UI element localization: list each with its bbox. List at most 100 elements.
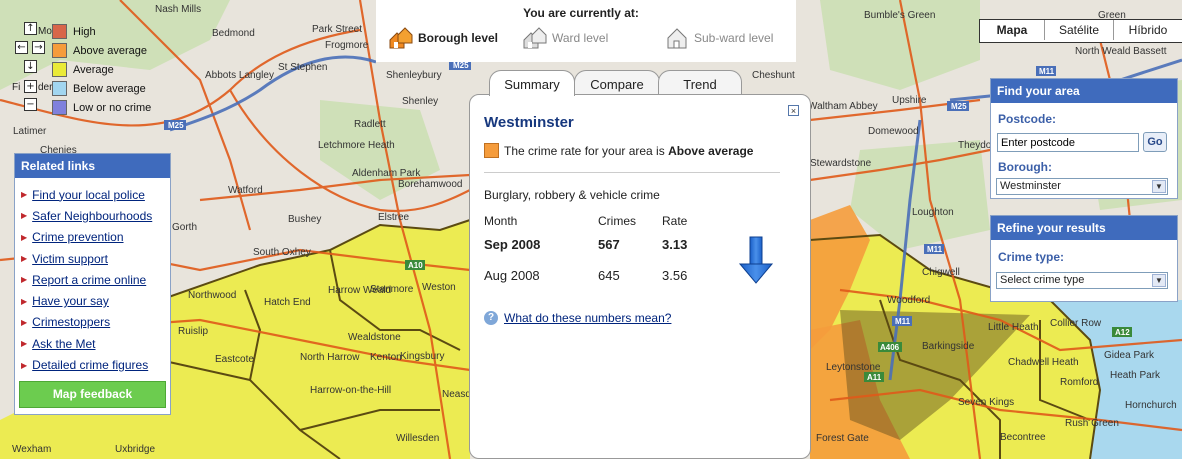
map-feedback-button[interactable]: Map feedback (19, 380, 166, 408)
svg-text:Kenton: Kenton (370, 352, 402, 363)
link-crime-prevention[interactable]: Crime prevention (32, 230, 123, 244)
svg-text:A406: A406 (880, 343, 900, 352)
svg-text:Bushey: Bushey (288, 214, 321, 225)
go-button[interactable]: Go (1143, 132, 1167, 152)
pan-left-button[interactable]: ← (15, 41, 28, 54)
link-safer-neighbourhoods[interactable]: Safer Neighbourhoods (32, 209, 152, 223)
arrow-icon: ▶ (21, 211, 28, 221)
link-report-crime-online[interactable]: Report a crime online (32, 273, 146, 287)
svg-text:Collier Row: Collier Row (1050, 318, 1102, 329)
list-item: ▶ Find your local police (21, 184, 170, 205)
link-have-your-say[interactable]: Have your say (32, 294, 109, 308)
arrow-icon: ▶ (21, 190, 28, 200)
zoom-in-button[interactable]: + (24, 80, 37, 93)
svg-text:Nash Mills: Nash Mills (155, 4, 201, 15)
list-item: ▶ Victim support (21, 248, 170, 269)
svg-text:Heath Park: Heath Park (1110, 370, 1161, 381)
refine-results-panel: Refine your results Crime type: Select c… (990, 215, 1178, 302)
svg-text:Borehamwood: Borehamwood (398, 179, 462, 190)
map-label-partial: Fi (12, 82, 21, 93)
svg-text:Shenleybury: Shenleybury (386, 70, 442, 81)
legend-swatch (52, 100, 67, 115)
svg-text:Aldenham Park: Aldenham Park (352, 168, 421, 179)
legend-swatch (52, 81, 67, 96)
ward-level-label: Ward level (552, 31, 609, 45)
svg-text:Gidea Park: Gidea Park (1104, 350, 1155, 361)
svg-text:M11: M11 (895, 317, 911, 326)
svg-text:Willesden: Willesden (396, 433, 439, 444)
arrow-icon: ▶ (21, 232, 28, 242)
svg-text:Harrow-on-the-Hill: Harrow-on-the-Hill (310, 385, 391, 396)
legend-item-above-average: Above average (52, 41, 151, 60)
svg-text:Elstree: Elstree (378, 212, 410, 223)
arrow-icon: ▶ (21, 275, 28, 285)
list-item: ▶ Crime prevention (21, 227, 170, 248)
cell-month: Aug 2008 (484, 268, 540, 283)
houses-icon (389, 27, 413, 49)
related-links-panel: Related links ▶ Find your local police ▶ S… (14, 153, 171, 415)
cell-rate: 3.13 (662, 237, 688, 252)
link-crimestoppers[interactable]: Crimestoppers (32, 315, 110, 329)
svg-text:Loughton: Loughton (912, 207, 954, 218)
borough-level-button[interactable]: Borough level (388, 26, 498, 50)
svg-text:Stewardstone: Stewardstone (810, 158, 872, 169)
svg-text:Northwood: Northwood (188, 290, 236, 301)
map-type-hibrido-button[interactable]: Híbrido (1113, 20, 1182, 40)
cell-rate: 3.56 (662, 268, 688, 283)
house-icon (667, 28, 687, 49)
svg-text:Woodford: Woodford (887, 295, 930, 306)
pan-down-button[interactable]: ↓ (24, 60, 37, 73)
link-detailed-crime-figures[interactable]: Detailed crime figures (32, 358, 148, 372)
svg-text:Rush Green: Rush Green (1065, 418, 1119, 429)
crime-category: Burglary, robbery & vehicle crime (484, 188, 660, 202)
svg-text:Cheshunt: Cheshunt (752, 70, 795, 81)
rate-summary: The crime rate for your area is Above av… (484, 143, 753, 158)
arrow-icon: ▶ (21, 339, 28, 349)
current-level-label: You are currently at: (523, 6, 639, 20)
related-links-title: Related links (15, 154, 170, 178)
arrow-icon: ▶ (21, 317, 28, 327)
map-type-satelite-button[interactable]: Satélite (1044, 20, 1113, 40)
svg-text:Wealdstone: Wealdstone (348, 332, 401, 343)
cell-month: Sep 2008 (484, 237, 541, 252)
svg-text:M25: M25 (453, 61, 469, 70)
what-numbers-mean-link[interactable]: What do these numbers mean? (504, 311, 671, 325)
map-type-mapa-button[interactable]: Mapa (980, 20, 1044, 40)
tab-compare[interactable]: Compare (574, 70, 660, 96)
col-header-month: Month (484, 214, 518, 228)
svg-text:Letchmore Heath: Letchmore Heath (318, 140, 395, 151)
find-area-panel: Find your area Postcode: Go Borough: Wes… (990, 78, 1178, 199)
arrow-icon: ▶ (21, 296, 28, 306)
postcode-input[interactable] (997, 133, 1139, 152)
crime-type-select[interactable]: Select crime type ▼ (996, 272, 1168, 289)
svg-text:Ruislip: Ruislip (178, 326, 208, 337)
tab-trend[interactable]: Trend (658, 70, 742, 96)
houses-icon (523, 27, 547, 49)
close-icon[interactable]: × (788, 105, 799, 116)
zoom-out-button[interactable]: − (24, 98, 37, 111)
link-ask-the-met[interactable]: Ask the Met (32, 337, 95, 351)
svg-text:Watford: Watford (228, 185, 263, 196)
borough-select[interactable]: Westminster ▼ (996, 178, 1168, 195)
legend-swatch (52, 43, 67, 58)
svg-text:M11: M11 (927, 245, 943, 254)
list-item: ▶ Crimestoppers (21, 312, 170, 333)
list-item: ▶ Have your say (21, 290, 170, 311)
sub-ward-level-button[interactable]: Sub-ward level (664, 26, 773, 50)
legend-label: High (73, 25, 96, 38)
pan-up-button[interactable]: ↑ (24, 22, 37, 35)
list-item: ▶ Detailed crime figures (21, 354, 170, 375)
crime-type-select-value: Select crime type (1000, 274, 1085, 286)
svg-text:Forest Gate: Forest Gate (816, 433, 869, 444)
link-victim-support[interactable]: Victim support (32, 252, 108, 266)
svg-text:Bumble's Green: Bumble's Green (864, 10, 935, 21)
svg-text:Hatch End: Hatch End (264, 297, 311, 308)
ward-level-button[interactable]: Ward level (522, 26, 608, 50)
tab-summary[interactable]: Summary (489, 70, 575, 96)
link-find-local-police[interactable]: Find your local police (32, 188, 145, 202)
svg-text:Becontree: Becontree (1000, 432, 1046, 443)
svg-text:St Stephen: St Stephen (278, 62, 327, 73)
svg-text:Little Heath: Little Heath (988, 322, 1039, 333)
svg-text:M11: M11 (1039, 67, 1055, 76)
pan-right-button[interactable]: → (32, 41, 45, 54)
